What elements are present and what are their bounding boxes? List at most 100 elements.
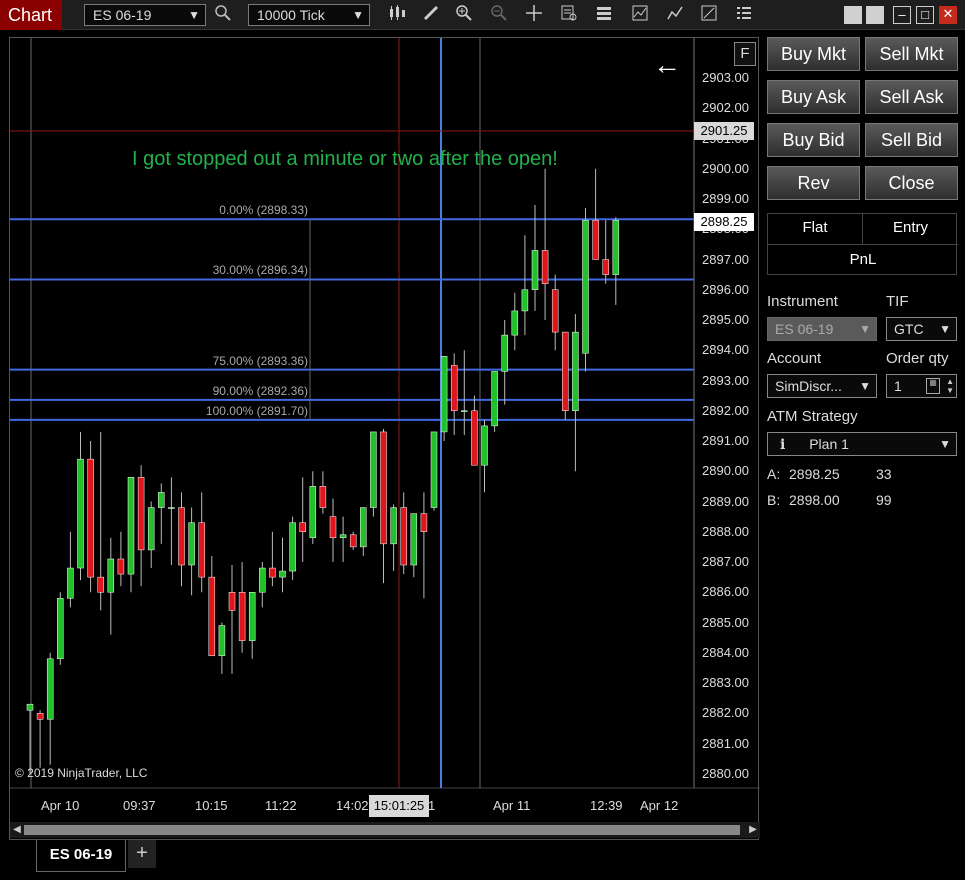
interval-selector[interactable]: 10000 Tick ▼	[248, 4, 370, 26]
close-window-button[interactable]: ✕	[939, 6, 957, 24]
price-tick-label: 2881.00	[702, 735, 749, 751]
chevron-down-icon: ▼	[939, 322, 951, 336]
candle-up	[531, 250, 539, 291]
stepper-icon[interactable]: ▲ ▼	[946, 377, 954, 395]
fib-level-label: 0.00% (2898.33)	[219, 203, 308, 218]
back-arrow-icon[interactable]: ←	[653, 50, 681, 80]
candle-up	[67, 567, 74, 599]
position-status: Flat	[802, 219, 828, 236]
price-marker-last: 2901.25	[694, 121, 754, 140]
candle-up	[440, 356, 448, 433]
data-box-icon[interactable]	[558, 4, 580, 26]
tif-select[interactable]: GTC ▼	[886, 317, 957, 341]
candle-up	[127, 477, 135, 575]
chart-annotation: I got stopped out a minute or two after …	[132, 148, 558, 170]
chart-trader-icon[interactable]	[698, 4, 720, 26]
calculator-icon[interactable]: ▦	[926, 378, 940, 394]
candle-down	[380, 431, 387, 545]
candle-up	[57, 598, 64, 660]
account-label: Account	[767, 350, 822, 367]
candle-down	[471, 410, 478, 466]
candle-up	[390, 507, 397, 545]
candle-up	[259, 567, 266, 593]
maximize-button[interactable]: □	[916, 6, 934, 24]
buy-bid-button[interactable]: Buy Bid	[767, 123, 860, 157]
candle-up	[248, 592, 256, 641]
entry-label: Entry	[892, 219, 928, 236]
reverse-button[interactable]: Rev	[767, 166, 860, 200]
scroll-left-icon[interactable]: ◀	[10, 822, 24, 838]
position-info-box: Flat Entry PnL	[767, 213, 958, 275]
crosshair-icon[interactable]	[523, 4, 545, 26]
candle-down	[349, 534, 357, 548]
chart-toolbar: Chart ES 06-19 ▼ 10000 Tick ▼ – □ ✕	[0, 0, 965, 30]
time-tick-label: Apr 12	[640, 798, 679, 813]
info-icon: i	[780, 437, 786, 453]
candle-down	[97, 576, 104, 593]
indicators-icon[interactable]	[629, 4, 651, 26]
time-tick-label: 11:22	[265, 798, 297, 813]
minimize-button[interactable]: –	[893, 6, 911, 24]
zoom-in-icon[interactable]	[453, 4, 475, 26]
price-marker-current: 2898.25	[694, 212, 754, 231]
chevron-down-icon: ▼	[939, 437, 951, 451]
ask-price: 2898.25	[789, 466, 840, 482]
candle-down	[228, 592, 236, 611]
candle-down	[329, 516, 337, 539]
atm-strategy-label: ATM Strategy	[767, 408, 858, 425]
buy-mkt-button[interactable]: Buy Mkt	[767, 37, 860, 71]
candle-down	[450, 365, 458, 411]
scroll-right-icon[interactable]: ▶	[746, 822, 760, 838]
candle-up	[410, 513, 418, 566]
price-tick-label: 2885.00	[702, 614, 749, 630]
price-tick-label: 2888.00	[702, 523, 749, 539]
price-tick-label: 2894.00	[702, 342, 749, 358]
fib-level-label: 90.00% (2892.36)	[212, 383, 308, 398]
add-tab-button[interactable]: +	[128, 840, 156, 868]
instrument-selector[interactable]: ES 06-19 ▼	[84, 4, 206, 26]
candle-up	[612, 219, 620, 275]
time-tick-label: 1	[428, 798, 436, 813]
tab-es-06-19[interactable]: ES 06-19	[36, 840, 126, 872]
strategies-icon[interactable]	[664, 4, 686, 26]
price-tick-label: 2902.00	[702, 100, 749, 116]
bar-type-icon[interactable]	[386, 4, 408, 26]
horizontal-scrollbar[interactable]: ◀ ▶	[10, 822, 760, 838]
pencil-icon[interactable]	[420, 4, 442, 26]
chart-panel[interactable]: I got stopped out a minute or two after …	[9, 37, 760, 840]
f-button[interactable]: F	[734, 42, 756, 66]
candle-down	[592, 219, 599, 260]
account-select[interactable]: SimDiscr... ▼	[767, 374, 877, 398]
ask-size: 33	[876, 466, 892, 482]
chart-window-title: Chart	[0, 0, 62, 30]
time-tick-label: 09:37	[123, 798, 156, 813]
candle-down	[400, 507, 407, 566]
bid-row: B: 2898.00 99	[767, 492, 892, 508]
atm-strategy-select[interactable]: i Plan 1 ▼	[767, 432, 957, 456]
interval-selector-value: 10000 Tick	[257, 7, 325, 23]
price-tick-label: 2899.00	[702, 191, 749, 206]
scroll-thumb[interactable]	[24, 825, 740, 835]
instrument-label: Instrument	[767, 293, 838, 310]
buy-ask-button[interactable]: Buy Ask	[767, 80, 860, 114]
instrument-select-value: ES 06-19	[775, 321, 834, 337]
zoom-out-icon[interactable]	[488, 4, 510, 26]
time-tick-label: Apr 11	[493, 798, 531, 813]
sell-bid-button[interactable]: Sell Bid	[865, 123, 958, 157]
price-tick-label: 2882.00	[702, 705, 749, 721]
list-icon[interactable]	[733, 4, 755, 26]
order-qty-input[interactable]: 1 ▦ ▲ ▼	[886, 374, 957, 398]
close-position-button[interactable]: Close	[865, 166, 958, 200]
link-color-button[interactable]	[844, 6, 862, 24]
sell-ask-button[interactable]: Sell Ask	[865, 80, 958, 114]
search-icon[interactable]	[212, 4, 234, 26]
account-select-value: SimDiscr...	[775, 378, 842, 394]
ask-label: A:	[767, 466, 781, 482]
properties-icon[interactable]	[593, 4, 615, 26]
candle-up	[26, 703, 34, 711]
candle-down	[541, 250, 549, 284]
time-tick-label: 12:39	[590, 798, 623, 813]
price-tick-label: 2893.00	[702, 372, 749, 388]
instrument-link-button[interactable]	[866, 6, 884, 24]
sell-mkt-button[interactable]: Sell Mkt	[865, 37, 958, 71]
